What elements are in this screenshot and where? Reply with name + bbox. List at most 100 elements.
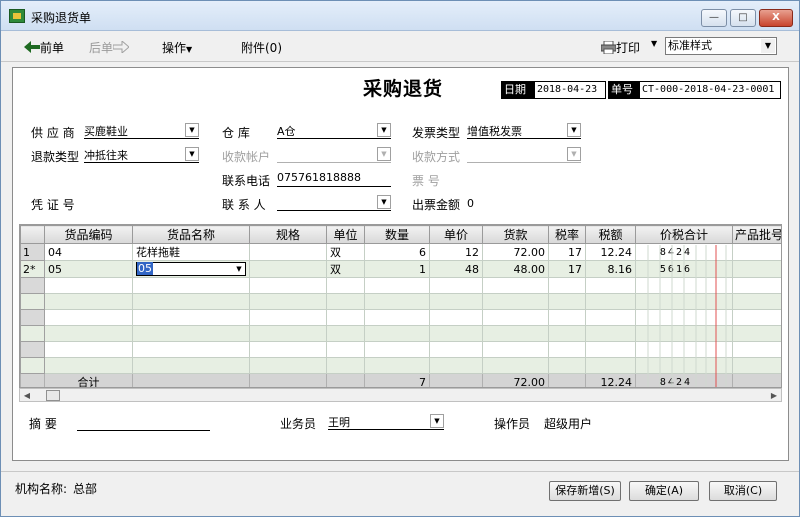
- account-combo[interactable]: ▼: [277, 147, 391, 163]
- maximize-button[interactable]: □: [730, 9, 756, 27]
- table-row[interactable]: [20, 293, 781, 310]
- grid-cell[interactable]: [482, 341, 549, 358]
- table-row[interactable]: 1 04 花样拖鞋 双 6 12 72.00 17 12.24 8424: [20, 243, 781, 261]
- grid-cell[interactable]: [326, 277, 365, 294]
- grid-cell[interactable]: [548, 325, 586, 342]
- grid-cell[interactable]: [44, 357, 133, 374]
- grid-cell[interactable]: [364, 293, 430, 310]
- cell-spec[interactable]: [249, 243, 327, 261]
- grid-cell[interactable]: [585, 325, 636, 342]
- grid-cell[interactable]: [482, 293, 549, 310]
- col-header-unit[interactable]: 单位: [326, 225, 365, 244]
- grid-cell[interactable]: [364, 309, 430, 326]
- table-row[interactable]: [20, 357, 781, 374]
- grid-cell[interactable]: [249, 293, 327, 310]
- row-header[interactable]: [20, 341, 45, 358]
- cell-unit[interactable]: 双: [326, 260, 365, 278]
- refund-type-combo[interactable]: 冲抵往来 ▼: [84, 147, 199, 163]
- cell-qty[interactable]: 6: [364, 243, 430, 261]
- grid-cell[interactable]: [364, 277, 430, 294]
- print-style-select[interactable]: 标准样式 ▼: [665, 37, 777, 55]
- grid-cell[interactable]: [548, 357, 586, 374]
- cell-spec[interactable]: [249, 260, 327, 278]
- row-header[interactable]: [20, 325, 45, 342]
- grid-cell[interactable]: [635, 309, 733, 326]
- row-header[interactable]: [20, 357, 45, 374]
- grid-cell[interactable]: [635, 277, 733, 294]
- supplier-combo[interactable]: 买鹿鞋业 ▼: [84, 123, 199, 139]
- grid-cell[interactable]: [635, 293, 733, 310]
- grid-cell[interactable]: [132, 293, 250, 310]
- grid-cell[interactable]: [132, 277, 250, 294]
- grid-cell[interactable]: [429, 325, 483, 342]
- attachments-button[interactable]: 附件(0): [241, 39, 282, 56]
- grid-cell[interactable]: [548, 341, 586, 358]
- grid-cell[interactable]: [548, 309, 586, 326]
- cell-tax-rate[interactable]: 17: [548, 260, 586, 278]
- table-row[interactable]: 2* 05 05 ▼ 双 1 48 48.00 17 8.16 5616: [20, 260, 781, 278]
- cell-tax[interactable]: 8.16: [585, 260, 636, 278]
- table-row[interactable]: [20, 309, 781, 326]
- name-edit-combo[interactable]: 05 ▼: [136, 262, 246, 276]
- close-button[interactable]: X: [759, 9, 793, 27]
- chevron-down-icon[interactable]: ▼: [567, 123, 581, 137]
- print-dropdown-icon[interactable]: ▼: [651, 39, 657, 48]
- salesman-combo[interactable]: 王明 ▼: [328, 414, 444, 430]
- minimize-button[interactable]: —: [701, 9, 727, 27]
- grid-cell[interactable]: [482, 277, 549, 294]
- grid-cell[interactable]: [585, 277, 636, 294]
- row-header[interactable]: [20, 277, 45, 294]
- title-bar[interactable]: 采购退货单 — □ X: [1, 1, 799, 31]
- cell-batch[interactable]: [732, 243, 781, 261]
- memo-field[interactable]: [77, 415, 210, 431]
- grid-cell[interactable]: [364, 341, 430, 358]
- grid-cell[interactable]: [732, 277, 781, 294]
- cell-code[interactable]: 04: [44, 243, 133, 261]
- grid-cell[interactable]: [364, 325, 430, 342]
- grid-cell[interactable]: [249, 325, 327, 342]
- phone-field[interactable]: 075761818888: [277, 171, 391, 187]
- grid-cell[interactable]: [249, 341, 327, 358]
- scroll-left-icon[interactable]: ◀: [21, 390, 33, 401]
- chevron-down-icon[interactable]: ▼: [185, 123, 199, 137]
- cell-batch[interactable]: [732, 260, 781, 278]
- chevron-down-icon[interactable]: ▼: [377, 123, 391, 137]
- operate-menu[interactable]: 操作▼: [162, 39, 192, 56]
- col-header-code[interactable]: 货品编码: [44, 225, 133, 244]
- cell-price[interactable]: 48: [429, 260, 483, 278]
- cancel-button[interactable]: 取消(C): [709, 481, 777, 501]
- grid-cell[interactable]: [548, 277, 586, 294]
- grid-cell[interactable]: [132, 325, 250, 342]
- cell-code[interactable]: 05: [44, 260, 133, 278]
- grid-cell[interactable]: [429, 293, 483, 310]
- grid-cell[interactable]: [482, 357, 549, 374]
- grid-cell[interactable]: [732, 293, 781, 310]
- grid-cell[interactable]: [732, 309, 781, 326]
- grid-cell[interactable]: [635, 341, 733, 358]
- grid-cell[interactable]: [585, 293, 636, 310]
- cell-tax[interactable]: 12.24: [585, 243, 636, 261]
- save-new-button[interactable]: 保存新增(S): [549, 481, 621, 501]
- col-header-qty[interactable]: 数量: [364, 225, 430, 244]
- grid-cell[interactable]: [585, 357, 636, 374]
- cell-qty[interactable]: 1: [364, 260, 430, 278]
- scroll-thumb[interactable]: [46, 390, 60, 401]
- grid-cell[interactable]: [429, 309, 483, 326]
- grid-horizontal-scrollbar[interactable]: ◀ ▶: [19, 388, 782, 402]
- doc-number-value[interactable]: CT-000-2018-04-23-0001: [639, 81, 781, 99]
- grid-cell[interactable]: [132, 357, 250, 374]
- col-header-amount[interactable]: 货款: [482, 225, 549, 244]
- next-doc-button[interactable]: 后单: [89, 39, 130, 56]
- chevron-down-icon[interactable]: ▼: [430, 414, 444, 428]
- col-header-tax-rate[interactable]: 税率: [548, 225, 586, 244]
- grid-cell[interactable]: [732, 325, 781, 342]
- grid-cell[interactable]: [585, 309, 636, 326]
- prev-doc-button[interactable]: 前单: [24, 39, 64, 56]
- grid-cell[interactable]: [429, 341, 483, 358]
- ok-button[interactable]: 确定(A): [629, 481, 699, 501]
- grid-cell[interactable]: [482, 325, 549, 342]
- row-header[interactable]: 2*: [20, 260, 45, 278]
- cell-total[interactable]: 8424: [635, 243, 733, 261]
- grid-cell[interactable]: [429, 357, 483, 374]
- grid-cell[interactable]: [326, 357, 365, 374]
